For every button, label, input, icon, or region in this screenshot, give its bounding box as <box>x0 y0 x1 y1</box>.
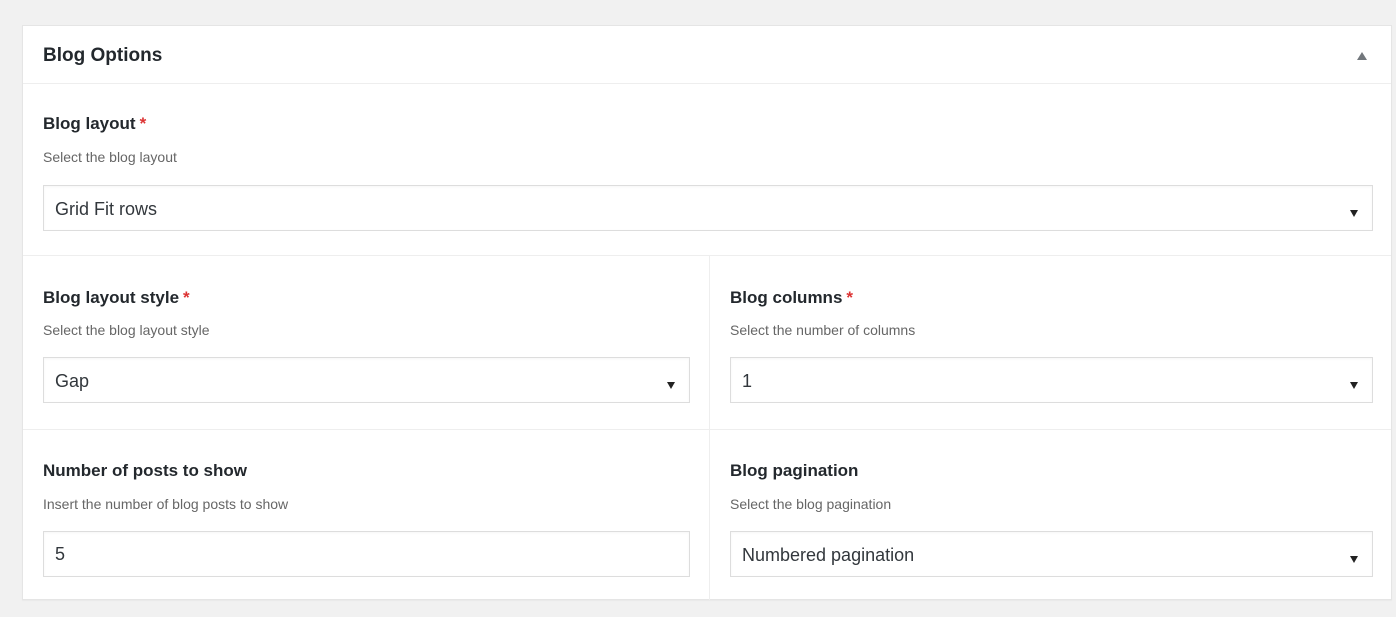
blog-pagination-select[interactable]: Numbered pagination <box>730 531 1373 577</box>
blog-layout-label: Blog layout * <box>43 114 146 134</box>
field-blog-layout: Blog layout * Select the blog layout Grid… <box>23 84 1391 255</box>
required-indicator: * <box>846 288 854 307</box>
blog-layout-style-description: Select the blog layout style <box>43 322 210 338</box>
metabox-title: Blog Options <box>43 45 163 66</box>
field-blog-columns: Blog columns * Select the number of colum… <box>710 256 1391 429</box>
blog-columns-label: Blog columns * <box>730 288 853 308</box>
field-blog-pagination: Blog pagination Select the blog paginati… <box>710 430 1391 600</box>
blog-options-metabox: Blog Options Blog layout * Select the blo… <box>22 25 1392 600</box>
blog-pagination-selected-value: Numbered pagination <box>742 545 915 565</box>
dropdown-arrow-icon <box>1349 202 1359 217</box>
blog-pagination-label: Blog pagination <box>730 461 859 480</box>
blog-layout-style-select[interactable]: Gap <box>43 357 690 403</box>
dropdown-arrow-icon <box>666 374 676 389</box>
blog-columns-selected-value: 1 <box>742 371 753 391</box>
blog-columns-select[interactable]: 1 <box>730 357 1373 403</box>
posts-to-show-input[interactable] <box>43 531 690 577</box>
dropdown-arrow-icon <box>1349 548 1359 563</box>
posts-to-show-description: Insert the number of blog posts to show <box>43 496 289 512</box>
blog-layout-select[interactable]: Grid Fit rows <box>43 185 1373 231</box>
blog-layout-description: Select the blog layout <box>43 149 177 165</box>
blog-layout-label-text: Blog layout <box>43 114 136 133</box>
blog-columns-description: Select the number of columns <box>730 322 916 338</box>
triangle-up-icon[interactable] <box>1355 49 1369 61</box>
field-posts-to-show: Number of posts to show Insert the numbe… <box>23 430 709 600</box>
blog-columns-label-text: Blog columns <box>730 288 843 307</box>
dropdown-arrow-icon <box>1349 374 1359 389</box>
field-blog-layout-style: Blog layout style * Select the blog layou… <box>23 256 709 429</box>
metabox-header[interactable]: Blog Options <box>23 26 1391 84</box>
blog-layout-style-label: Blog layout style * <box>43 288 190 308</box>
blog-pagination-description: Select the blog pagination <box>730 496 892 512</box>
blog-layout-selected-value: Grid Fit rows <box>55 199 158 219</box>
required-indicator: * <box>139 114 147 133</box>
column-divider <box>709 256 710 600</box>
required-indicator: * <box>183 288 190 307</box>
blog-layout-style-label-text: Blog layout style <box>43 288 180 307</box>
blog-layout-style-selected-value: Gap <box>55 371 90 391</box>
posts-to-show-label: Number of posts to show <box>43 461 247 480</box>
